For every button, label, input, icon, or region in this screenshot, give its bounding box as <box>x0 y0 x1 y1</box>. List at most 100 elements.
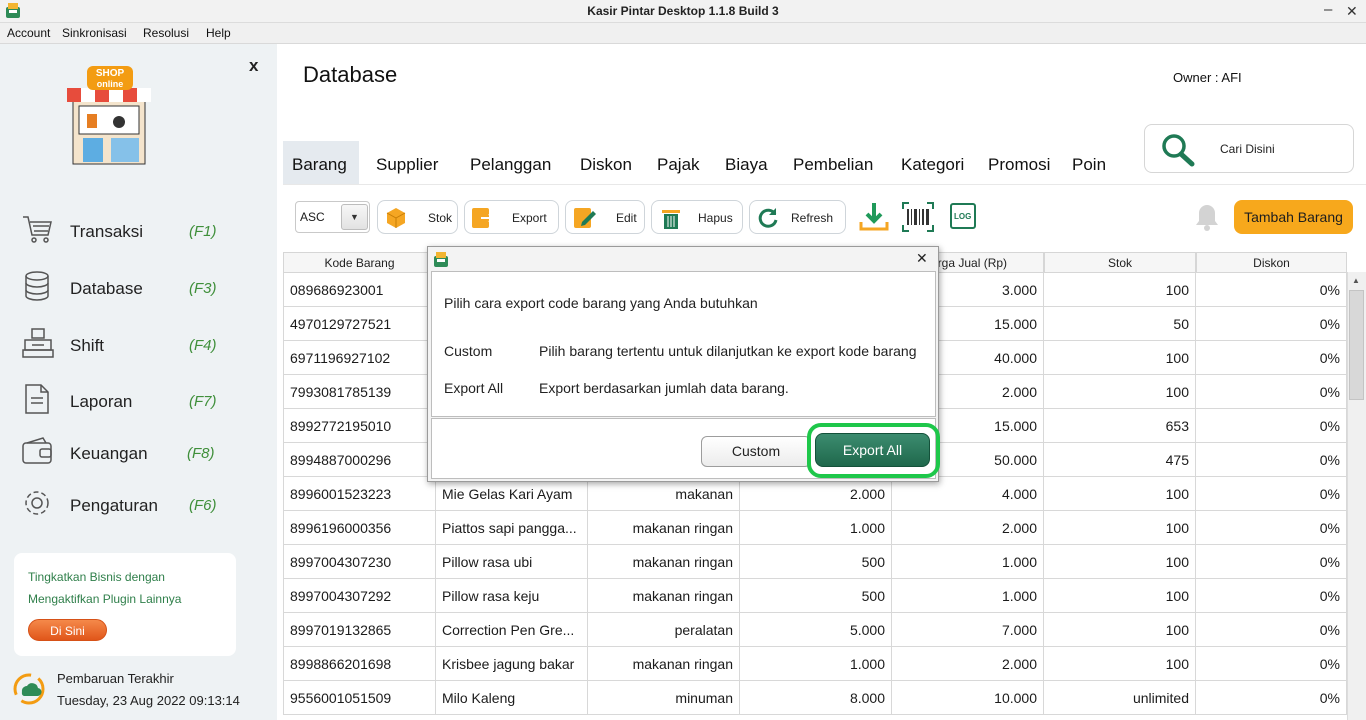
tab-supplier[interactable]: Supplier <box>376 155 438 175</box>
sidebar-item-label: Shift <box>70 336 105 355</box>
minimize-button[interactable]: – <box>1324 1 1332 18</box>
table-row[interactable]: 8996196000356 Piattos sapi pangga... makan… <box>283 511 1347 545</box>
stok-button[interactable]: Stok <box>377 200 458 234</box>
cell-diskon: 0% <box>1196 375 1347 409</box>
cell-diskon: 0% <box>1196 579 1347 613</box>
tab-pajak[interactable]: Pajak <box>657 155 700 175</box>
page-title: Database <box>303 62 398 87</box>
cell-harga-beli: 8.000 <box>740 681 892 715</box>
tab-barang[interactable]: Barang <box>292 155 347 175</box>
column-header-stok[interactable]: Stok <box>1044 252 1196 273</box>
sort-select[interactable]: ASC ▼ <box>295 201 370 233</box>
cell-kode-barang: 089686923001 <box>283 273 436 307</box>
stok-label: Stok <box>428 211 453 225</box>
export-dialog: ✕ Pilih cara export code barang yang And… <box>427 246 940 482</box>
table-row[interactable]: 8998866201698 Krisbee jagung bakar makanan… <box>283 647 1347 681</box>
cell-harga-jual: 1.000 <box>892 579 1044 613</box>
scroll-up-icon[interactable]: ▲ <box>1352 276 1360 285</box>
sidebar-item-shortcut: (F4) <box>189 337 217 354</box>
cell-stok: unlimited <box>1044 681 1196 715</box>
sidebar-item-transaksi[interactable]: Transaksi (F1) <box>20 212 260 248</box>
menu-help[interactable]: Help <box>206 26 231 40</box>
search-box[interactable]: Cari Disini <box>1144 124 1354 173</box>
cell-kode-barang: 8997004307230 <box>283 545 436 579</box>
cell-stok: 100 <box>1044 545 1196 579</box>
cell-stok: 100 <box>1044 375 1196 409</box>
database-icon <box>20 269 54 303</box>
menu-resolusi[interactable]: Resolusi <box>143 26 189 40</box>
log-label: LOG <box>954 212 972 221</box>
sync-icon[interactable] <box>12 672 46 706</box>
tab-biaya[interactable]: Biaya <box>725 155 768 175</box>
table-row[interactable]: 8997019132865 Correction Pen Gre... perala… <box>283 613 1347 647</box>
search-icon <box>1159 132 1199 168</box>
menu-account[interactable]: Account <box>7 26 50 40</box>
cell-kategori: makanan ringan <box>588 545 740 579</box>
tab-promosi[interactable]: Promosi <box>988 155 1050 175</box>
dialog-message: Pilih cara export code barang yang Anda … <box>444 295 758 311</box>
table-row[interactable]: 8996001523223 Mie Gelas Kari Ayam makanan 2… <box>283 477 1347 511</box>
scrollbar-thumb[interactable] <box>1349 290 1364 400</box>
column-header-kode-barang[interactable]: Kode Barang <box>283 252 436 273</box>
promo-button[interactable]: Di Sini <box>28 619 107 641</box>
column-header-diskon[interactable]: Diskon <box>1196 252 1347 273</box>
sidebar-close-button[interactable]: x <box>249 56 258 76</box>
cell-harga-jual: 4.000 <box>892 477 1044 511</box>
refresh-button[interactable]: Refresh <box>749 200 846 234</box>
tab-diskon[interactable]: Diskon <box>580 155 632 175</box>
cell-stok: 100 <box>1044 511 1196 545</box>
tambah-barang-button[interactable]: Tambah Barang <box>1234 200 1353 234</box>
cell-kode-barang: 7993081785139 <box>283 375 436 409</box>
sidebar-item-label: Database <box>70 279 143 298</box>
cell-diskon: 0% <box>1196 681 1347 715</box>
title-bar: Kasir Pintar Desktop 1.1.8 Build 3 – ✕ <box>0 0 1366 23</box>
cell-diskon: 0% <box>1196 307 1347 341</box>
barcode-icon[interactable] <box>901 201 935 233</box>
sidebar-item-shortcut: (F1) <box>189 223 217 240</box>
sidebar-item-shortcut: (F6) <box>189 497 217 514</box>
cell-kode-barang: 8992772195010 <box>283 409 436 443</box>
sidebar-item-database[interactable]: Database (F3) <box>20 269 260 305</box>
tab-kategori[interactable]: Kategori <box>901 155 964 175</box>
tab-pelanggan[interactable]: Pelanggan <box>470 155 551 175</box>
owner-label: Owner : AFI <box>1173 70 1242 85</box>
export-button[interactable]: Export <box>464 200 559 234</box>
edit-button[interactable]: Edit <box>565 200 645 234</box>
option-custom-name: Custom <box>444 343 493 359</box>
close-window-button[interactable]: ✕ <box>1346 3 1358 20</box>
cell-kode-barang: 8996001523223 <box>283 477 436 511</box>
cell-stok: 100 <box>1044 613 1196 647</box>
cell-kategori: makanan <box>588 477 740 511</box>
hapus-button[interactable]: Hapus <box>651 200 743 234</box>
shop-logo: SHOP online <box>59 66 159 168</box>
download-icon[interactable] <box>858 201 890 233</box>
tab-poin[interactable]: Poin <box>1072 155 1106 175</box>
sidebar-item-keuangan[interactable]: Keuangan (F8) <box>20 434 260 470</box>
sidebar-item-shortcut: (F8) <box>187 445 215 462</box>
table-row[interactable]: 8997004307230 Pillow rasa ubi makanan ring… <box>283 545 1347 579</box>
notification-bell-icon[interactable] <box>1191 201 1223 233</box>
custom-button[interactable]: Custom <box>701 436 811 467</box>
sidebar-item-label: Laporan <box>70 392 133 411</box>
option-custom-desc: Pilih barang tertentu untuk dilanjutkan … <box>539 343 917 359</box>
cell-stok: 50 <box>1044 307 1196 341</box>
export-all-button[interactable]: Export All <box>815 433 930 467</box>
cell-nama-barang: Correction Pen Gre... <box>436 613 588 647</box>
chevron-down-icon[interactable]: ▼ <box>341 204 368 230</box>
last-update-datetime: Tuesday, 23 Aug 2022 09:13:14 <box>57 693 240 708</box>
sidebar-item-laporan[interactable]: Laporan (F7) <box>20 382 260 418</box>
tab-pembelian[interactable]: Pembelian <box>793 155 873 175</box>
dialog-close-button[interactable]: ✕ <box>916 250 928 267</box>
log-button[interactable]: LOG <box>950 203 976 229</box>
option-exportall-desc: Export berdasarkan jumlah data barang. <box>539 380 789 396</box>
table-row[interactable]: 9556001051509 Milo Kaleng minuman 8.000 10.0… <box>283 681 1347 715</box>
sidebar-item-pengaturan[interactable]: Pengaturan (F6) <box>20 486 260 522</box>
document-icon <box>20 382 54 416</box>
table-row[interactable]: 8997004307292 Pillow rasa keju makanan rin… <box>283 579 1347 613</box>
sidebar-item-shift[interactable]: Shift (F4) <box>20 326 260 362</box>
menu-sinkronisasi[interactable]: Sinkronisasi <box>62 26 127 40</box>
cell-diskon: 0% <box>1196 613 1347 647</box>
edit-label: Edit <box>616 211 637 225</box>
cell-harga-jual: 2.000 <box>892 511 1044 545</box>
menu-bar: Account Sinkronisasi Resolusi Help <box>0 23 1366 44</box>
